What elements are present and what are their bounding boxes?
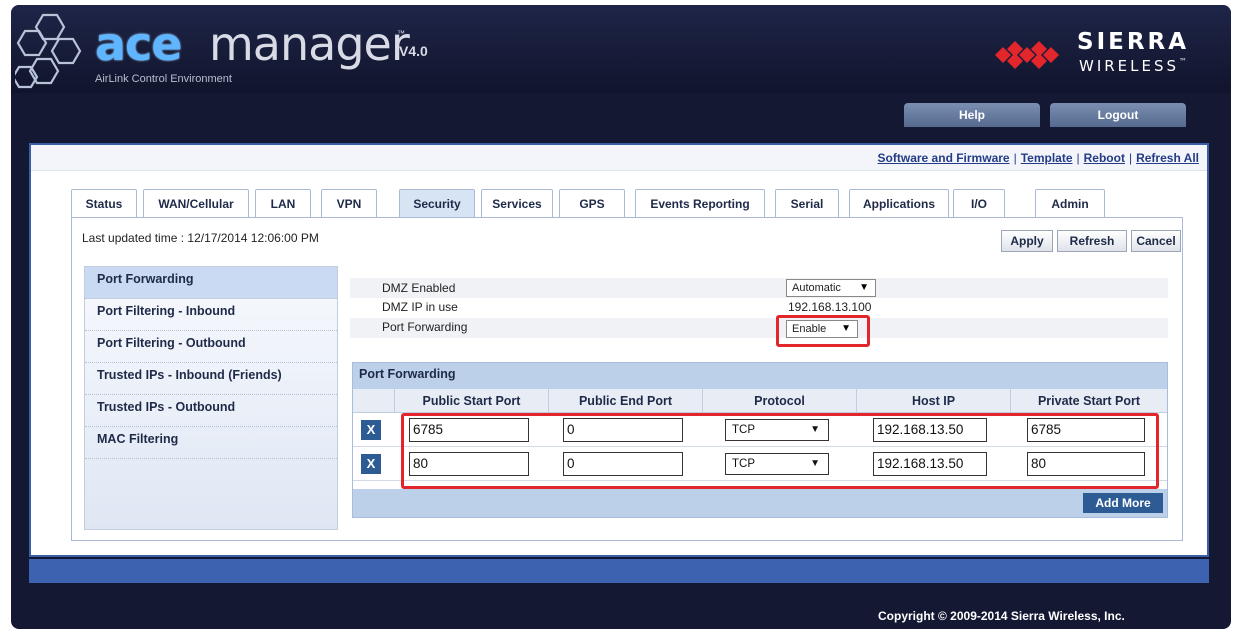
sidebar-item-port-forwarding[interactable]: Port Forwarding [85, 267, 337, 299]
brand-version: V4.0 [399, 43, 428, 59]
reboot-link[interactable]: Reboot [1084, 151, 1125, 165]
cancel-button[interactable]: Cancel [1131, 230, 1181, 252]
table-header: Public Start Port [395, 389, 549, 413]
company-name: SIERRA [1077, 29, 1190, 55]
tab-lan[interactable]: LAN [255, 189, 311, 217]
link-separator: | [1076, 151, 1080, 165]
main-panel: Software and Firmware | Template | Reboot | Re… [29, 143, 1209, 557]
header: ace manager ™ V4.0 AirLink Control Envir… [11, 5, 1231, 93]
protocol-select[interactable]: TCP ▼ [725, 419, 829, 441]
tab-services[interactable]: Services [481, 189, 553, 217]
app-frame: ace manager ™ V4.0 AirLink Control Envir… [11, 5, 1231, 629]
protocol-value: TCP [732, 424, 755, 436]
public-end-port-input[interactable]: 0 [563, 418, 683, 442]
tab-serial[interactable]: Serial [775, 189, 839, 217]
public-start-port-input[interactable]: 6785 [409, 418, 529, 442]
dmz-ip-label: DMZ IP in use [382, 300, 458, 314]
chevron-down-icon: ▼ [810, 424, 820, 435]
port-forwarding-label: Port Forwarding [382, 320, 468, 334]
delete-row-button[interactable]: X [361, 420, 381, 440]
port-forwarding-value: Enable [792, 323, 827, 335]
section-title: Port Forwarding [359, 367, 456, 381]
help-button[interactable]: Help [904, 103, 1040, 127]
sidebar-item-mac-filtering[interactable]: MAC Filtering [85, 427, 337, 459]
sidebar-item-trusted-ips-outbound[interactable]: Trusted IPs - Outbound [85, 395, 337, 427]
link-separator: | [1013, 151, 1017, 165]
delete-row-button[interactable]: X [361, 454, 381, 474]
sidebar-item-port-filtering-inbound[interactable]: Port Filtering - Inbound [85, 299, 337, 331]
dmz-ip-value: 192.168.13.100 [788, 300, 872, 314]
company-trademark: ™ [1179, 57, 1188, 66]
protocol-select[interactable]: TCP ▼ [725, 453, 829, 475]
dmz-ip-row: DMZ IP in use 192.168.13.100 [350, 298, 1168, 318]
port-forwarding-section: Port Forwarding Public Start Port Public… [352, 362, 1168, 518]
template-link[interactable]: Template [1021, 151, 1073, 165]
port-forwarding-panel: DMZ Enabled Automatic ▼ DMZ IP in use 19… [350, 266, 1174, 530]
tab-events-reporting[interactable]: Events Reporting [635, 189, 765, 217]
port-forwarding-select[interactable]: Enable ▼ [786, 320, 858, 338]
logout-button[interactable]: Logout [1050, 103, 1186, 127]
host-ip-input[interactable]: 192.168.13.50 [873, 418, 987, 442]
dmz-enabled-row: DMZ Enabled Automatic ▼ [350, 278, 1168, 298]
public-start-port-input[interactable]: 80 [409, 452, 529, 476]
brand-manager: manager [209, 17, 410, 71]
table-header: Host IP [857, 389, 1011, 413]
table-row: X 6785 0 TCP ▼ 192.168.13.50 6785 [353, 413, 1167, 447]
security-content: Last updated time : 12/17/2014 12:06:00 … [71, 217, 1183, 541]
company-subtitle: WIRELESS™ [1079, 57, 1187, 75]
chevron-down-icon: ▼ [841, 323, 851, 334]
table-header: Public End Port [549, 389, 703, 413]
software-firmware-link[interactable]: Software and Firmware [878, 151, 1010, 165]
utility-bar: Software and Firmware | Template | Reboot | Re… [31, 145, 1207, 171]
private-start-port-input[interactable]: 80 [1027, 452, 1145, 476]
sierra-wireless-logo-icon [995, 41, 1059, 69]
sidebar-item-port-filtering-outbound[interactable]: Port Filtering - Outbound [85, 331, 337, 363]
protocol-value: TCP [732, 458, 755, 470]
sidebar-item-trusted-ips-inbound[interactable]: Trusted IPs - Inbound (Friends) [85, 363, 337, 395]
apply-button[interactable]: Apply [1001, 230, 1053, 252]
dmz-enabled-label: DMZ Enabled [382, 281, 456, 295]
port-forwarding-row: Port Forwarding Enable ▼ [350, 318, 1168, 338]
dmz-enabled-select[interactable]: Automatic ▼ [786, 279, 876, 297]
utility-links: Software and Firmware | Template | Reboot | Re… [878, 151, 1199, 165]
link-separator: | [1128, 151, 1133, 165]
security-sidebar: Port Forwarding Port Filtering - Inbound… [84, 266, 338, 530]
table-header-blank [353, 389, 395, 413]
tab-admin[interactable]: Admin [1035, 189, 1105, 217]
hexagon-logo-icon [15, 13, 82, 89]
tab-applications[interactable]: Applications [849, 189, 949, 217]
chevron-down-icon: ▼ [810, 458, 820, 469]
host-ip-input[interactable]: 192.168.13.50 [873, 452, 987, 476]
tab-vpn[interactable]: VPN [321, 189, 377, 217]
port-forwarding-table: Public Start Port Public End Port Protoc… [353, 389, 1167, 489]
public-end-port-input[interactable]: 0 [563, 452, 683, 476]
table-row: X 80 0 TCP ▼ 192.168.13.50 80 [353, 447, 1167, 481]
last-updated-text: Last updated time : 12/17/2014 12:06:00 … [82, 231, 319, 245]
company-subtitle-text: WIRELESS [1079, 57, 1180, 75]
tab-gps[interactable]: GPS [559, 189, 625, 217]
tab-io[interactable]: I/O [953, 189, 1005, 217]
copyright-text: Copyright © 2009-2014 Sierra Wireless, I… [878, 609, 1125, 623]
dmz-enabled-value: Automatic [792, 282, 841, 294]
brand-ace: ace [95, 17, 183, 71]
table-header: Protocol [703, 389, 857, 413]
tab-security[interactable]: Security [399, 189, 475, 219]
tab-status[interactable]: Status [71, 189, 137, 217]
private-start-port-input[interactable]: 6785 [1027, 418, 1145, 442]
chevron-down-icon: ▼ [859, 282, 869, 293]
refresh-all-link[interactable]: Refresh All [1136, 151, 1199, 165]
refresh-button[interactable]: Refresh [1057, 230, 1127, 252]
brand-trademark: ™ [397, 29, 405, 38]
footer-bar [29, 559, 1209, 583]
table-header: Private Start Port [1011, 389, 1167, 413]
add-more-button[interactable]: Add More [1083, 493, 1163, 513]
tab-wan-cellular[interactable]: WAN/Cellular [143, 189, 249, 217]
brand-subtitle: AirLink Control Environment [95, 73, 232, 85]
